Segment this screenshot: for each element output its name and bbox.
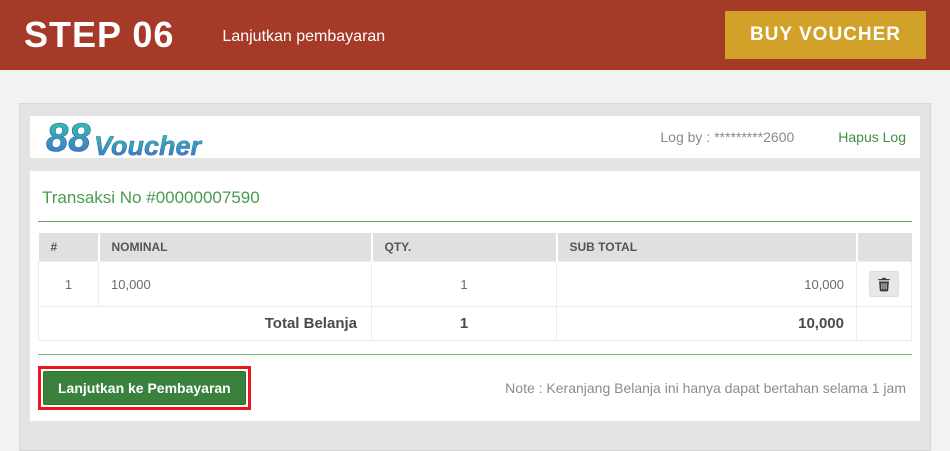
lanjutkan-pembayaran-button[interactable]: Lanjutkan ke Pembayaran: [43, 371, 246, 405]
site-header-panel: 88 Voucher Log by : *********2600 Hapus …: [30, 116, 920, 158]
cart-note: Note : Keranjang Belanja ini hanya dapat…: [505, 380, 912, 396]
logo-text-voucher: Voucher: [94, 131, 203, 158]
header-action: [857, 233, 912, 262]
cell-subtotal: 10,000: [557, 262, 857, 307]
cell-qty: 1: [372, 262, 557, 307]
total-row: Total Belanja 1 10,000: [39, 307, 912, 341]
site-logo: 88 Voucher: [44, 118, 224, 158]
table-header-row: # NOMINAL QTY. SUB TOTAL: [39, 233, 912, 262]
checkout-row: Lanjutkan ke Pembayaran Note : Keranjang…: [38, 354, 912, 410]
hapus-log-link[interactable]: Hapus Log: [838, 129, 906, 145]
total-subtotal: 10,000: [557, 307, 857, 341]
session-info: Log by : *********2600 Hapus Log: [660, 129, 906, 145]
transaction-title: Transaksi No #00000007590: [38, 184, 912, 222]
highlight-annotation: Lanjutkan ke Pembayaran: [38, 366, 251, 410]
total-label: Total Belanja: [39, 307, 372, 341]
cart-table: # NOMINAL QTY. SUB TOTAL 1 10,000 1 10,0…: [38, 233, 912, 341]
content-card: 88 Voucher Log by : *********2600 Hapus …: [19, 103, 931, 451]
cell-nominal: 10,000: [99, 262, 372, 307]
buy-voucher-button[interactable]: BUY VOUCHER: [725, 11, 926, 59]
header-qty: QTY.: [372, 233, 557, 262]
step-banner: STEP 06 Lanjutkan pembayaran BUY VOUCHER: [0, 0, 950, 70]
logo-text-88: 88: [46, 118, 91, 158]
log-by-text: Log by : *********2600: [660, 129, 794, 145]
total-qty: 1: [372, 307, 557, 341]
cell-action: [857, 262, 912, 307]
header-subtotal: SUB TOTAL: [557, 233, 857, 262]
cell-num: 1: [39, 262, 99, 307]
step-label: STEP 06: [24, 14, 174, 56]
transaction-panel: Transaksi No #00000007590 # NOMINAL QTY.…: [30, 171, 920, 421]
header-num: #: [39, 233, 99, 262]
step-subtitle: Lanjutkan pembayaran: [222, 28, 385, 46]
table-row: 1 10,000 1 10,000: [39, 262, 912, 307]
delete-item-button[interactable]: [869, 271, 899, 297]
header-nominal: NOMINAL: [99, 233, 372, 262]
trash-icon: [877, 277, 891, 292]
total-action-empty: [857, 307, 912, 341]
